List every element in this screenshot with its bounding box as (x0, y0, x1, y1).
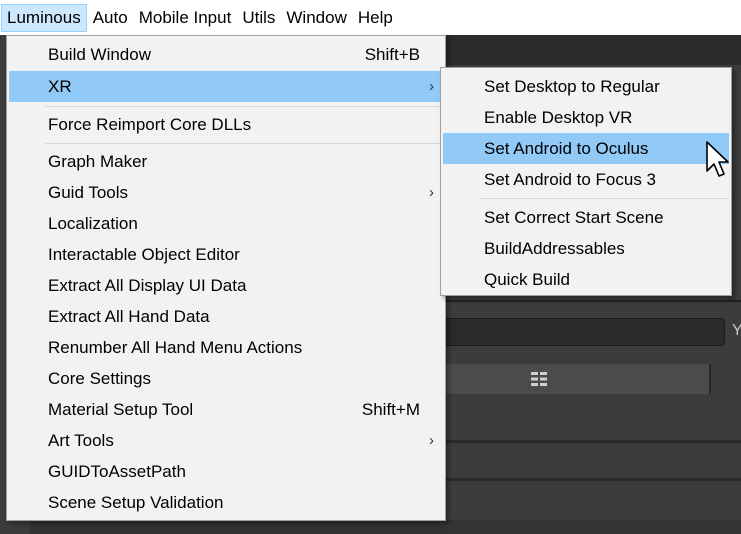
menu-item-renumber-all-hand-menu-actions[interactable]: Renumber All Hand Menu Actions (9, 332, 443, 363)
menu-item-label: Interactable Object Editor (48, 245, 240, 264)
menu-item-extract-all-display-ui-data[interactable]: Extract All Display UI Data (9, 270, 443, 301)
layout-icon (531, 372, 547, 386)
menu-item-build-window[interactable]: Build Window Shift+B (9, 39, 443, 70)
menu-item-build-addressables[interactable]: BuildAddressables (443, 233, 729, 264)
menu-item-label: GUIDToAssetPath (48, 462, 186, 481)
menu-item-label: Localization (48, 214, 138, 233)
menu-item-label: Core Settings (48, 369, 151, 388)
chevron-right-icon: › (429, 432, 434, 449)
editor-panel-bottom (30, 520, 741, 534)
editor-divider (446, 440, 741, 443)
menubar-item-utils[interactable]: Utils (237, 4, 280, 32)
menu-item-extract-all-hand-data[interactable]: Extract All Hand Data (9, 301, 443, 332)
menu-item-set-correct-start-scene[interactable]: Set Correct Start Scene (443, 202, 729, 233)
menu-item-guid-to-asset-path[interactable]: GUIDToAssetPath (9, 456, 443, 487)
menu-item-quick-build[interactable]: Quick Build (443, 264, 729, 295)
menubar-item-mobile-input[interactable]: Mobile Input (134, 4, 237, 32)
menu-item-interactable-object-editor[interactable]: Interactable Object Editor (9, 239, 443, 270)
menubar-item-luminous[interactable]: Luminous (1, 3, 87, 32)
menu-item-graph-maker[interactable]: Graph Maker (9, 146, 443, 177)
menubar-item-auto[interactable]: Auto (88, 4, 133, 32)
menu-item-label: Build Window (48, 45, 151, 64)
menu-item-guid-tools[interactable]: Guid Tools › (9, 177, 443, 208)
menu-item-label: Set Android to Oculus (484, 139, 649, 158)
editor-text-field[interactable] (445, 318, 725, 346)
menu-item-label: XR (48, 77, 72, 96)
menu-item-label: Quick Build (484, 270, 570, 289)
menu-item-label: Graph Maker (48, 152, 148, 171)
menu-separator (45, 143, 443, 144)
menu-item-xr[interactable]: XR › (9, 71, 443, 102)
menu-item-force-reimport-core-dlls[interactable]: Force Reimport Core DLLs (9, 109, 443, 140)
chevron-right-icon: › (429, 78, 434, 95)
menu-item-scene-setup-validation[interactable]: Scene Setup Validation (9, 487, 443, 518)
menu-item-label: Force Reimport Core DLLs (48, 115, 252, 134)
xr-submenu: Set Desktop to Regular Enable Desktop VR… (440, 67, 732, 296)
menu-item-set-desktop-to-regular[interactable]: Set Desktop to Regular (443, 71, 729, 102)
menu-item-enable-desktop-vr[interactable]: Enable Desktop VR (443, 102, 729, 133)
menu-item-art-tools[interactable]: Art Tools › (9, 425, 443, 456)
chevron-right-icon: › (429, 184, 434, 201)
editor-toolbar-button[interactable] (445, 364, 711, 394)
field-label-cut: Y (732, 322, 741, 339)
menu-item-label: Set Correct Start Scene (484, 208, 664, 227)
menu-item-label: Extract All Hand Data (48, 307, 210, 326)
menu-separator (481, 198, 729, 199)
menubar: Luminous Auto Mobile Input Utils Window … (0, 0, 741, 35)
menubar-item-window[interactable]: Window (281, 4, 351, 32)
menubar-item-help[interactable]: Help (353, 4, 398, 32)
menu-item-material-setup-tool[interactable]: Material Setup Tool Shift+M (9, 394, 443, 425)
editor-divider (446, 478, 741, 481)
menu-separator (45, 106, 443, 107)
menu-item-label: Material Setup Tool (48, 400, 194, 419)
menu-item-label: BuildAddressables (484, 239, 625, 258)
menu-item-shortcut: Shift+B (364, 45, 420, 64)
menu-item-label: Art Tools (48, 431, 114, 450)
menu-item-label: Extract All Display UI Data (48, 276, 247, 295)
editor-tab-strip (446, 35, 741, 65)
editor-divider (446, 300, 741, 302)
menu-item-label: Enable Desktop VR (484, 108, 633, 127)
menu-item-label: Set Desktop to Regular (484, 77, 660, 96)
menu-item-label: Guid Tools (48, 183, 129, 202)
luminous-menu: Build Window Shift+B XR › Force Reimport… (6, 35, 446, 521)
pointer-cursor-icon (706, 141, 729, 177)
menu-item-label: Scene Setup Validation (48, 493, 224, 512)
menu-item-label: Renumber All Hand Menu Actions (48, 338, 303, 357)
menu-item-core-settings[interactable]: Core Settings (9, 363, 443, 394)
menu-item-shortcut: Shift+M (361, 400, 420, 419)
menu-item-set-android-to-focus-3[interactable]: Set Android to Focus 3 (443, 164, 729, 195)
menu-item-set-android-to-oculus[interactable]: Set Android to Oculus (443, 133, 729, 164)
menu-item-localization[interactable]: Localization (9, 208, 443, 239)
menu-item-label: Set Android to Focus 3 (484, 170, 656, 189)
